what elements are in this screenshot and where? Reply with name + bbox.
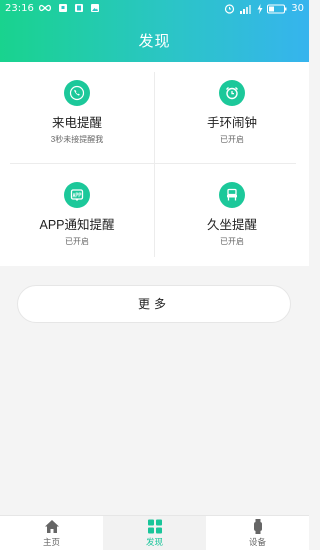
home-icon bbox=[44, 520, 59, 533]
feature-status: 已开启 bbox=[65, 237, 89, 246]
feature-label: APP通知提醒 bbox=[39, 218, 115, 232]
feature-grid: 来电提醒 3秒未接提醒我 手环闹钟 已开启 APP通知提醒 已开启 久坐提醒 已… bbox=[0, 62, 309, 266]
signal-icon bbox=[240, 4, 252, 14]
notification-icon bbox=[59, 4, 67, 12]
bottom-tab-bar: 主页 发现 设备 bbox=[0, 515, 309, 550]
feature-app-notification[interactable]: APP通知提醒 已开启 bbox=[0, 164, 154, 266]
feature-call-reminder[interactable]: 来电提醒 3秒未接提醒我 bbox=[0, 62, 154, 164]
feature-status: 3秒未接提醒我 bbox=[50, 135, 104, 144]
battery-icon bbox=[267, 4, 287, 13]
status-bar: 23:16 30 bbox=[0, 0, 309, 18]
battery-level: 30 bbox=[291, 3, 304, 14]
phone-icon bbox=[64, 80, 90, 106]
tab-discover[interactable]: 发现 bbox=[103, 516, 206, 550]
charging-icon bbox=[257, 3, 263, 14]
status-time: 23:16 bbox=[5, 3, 34, 14]
status-right-icons: 30 bbox=[224, 3, 304, 14]
alarm-clock-icon bbox=[225, 4, 235, 14]
app-header: 23:16 30 发现 bbox=[0, 0, 309, 62]
sedentary-icon bbox=[219, 182, 245, 208]
feature-label: 手环闹钟 bbox=[206, 116, 257, 130]
feature-band-alarm[interactable]: 手环闹钟 已开启 bbox=[155, 62, 309, 164]
image-icon bbox=[91, 4, 99, 12]
feature-label: 久坐提醒 bbox=[206, 218, 257, 232]
feature-status: 已开启 bbox=[220, 135, 244, 144]
grid-icon bbox=[147, 519, 162, 534]
status-left-icons bbox=[38, 3, 100, 13]
more-button[interactable]: 更多 bbox=[17, 285, 291, 323]
tab-label: 设备 bbox=[248, 537, 266, 547]
watch-icon bbox=[253, 519, 262, 534]
feature-status: 已开启 bbox=[220, 237, 244, 246]
alarm-icon bbox=[219, 80, 245, 106]
tab-device[interactable]: 设备 bbox=[206, 516, 309, 550]
feature-label: 来电提醒 bbox=[51, 116, 102, 130]
app-notify-icon bbox=[64, 182, 90, 208]
feature-sedentary-reminder[interactable]: 久坐提醒 已开启 bbox=[155, 164, 309, 266]
tab-label: 发现 bbox=[145, 537, 163, 547]
page-title: 发现 bbox=[138, 33, 171, 50]
tab-home[interactable]: 主页 bbox=[0, 516, 103, 550]
sim-icon bbox=[75, 4, 83, 12]
infinity-icon bbox=[38, 4, 52, 12]
tab-label: 主页 bbox=[42, 537, 60, 547]
